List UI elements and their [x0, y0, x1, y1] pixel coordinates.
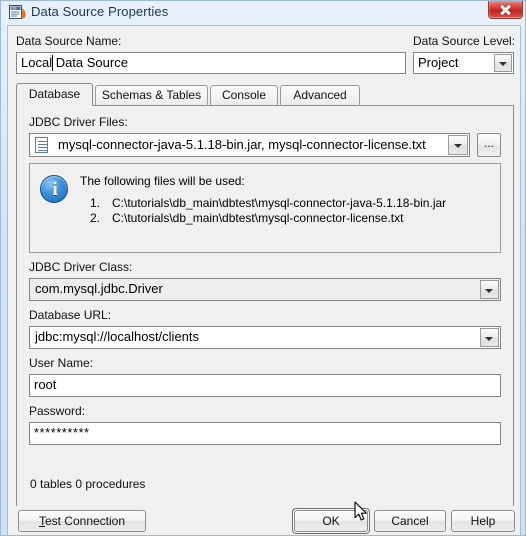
list-item-number: 2. — [90, 211, 101, 225]
list-item-path: C:\tutorials\db_main\dbtest\mysql-connec… — [112, 196, 447, 210]
chevron-down-icon[interactable] — [494, 54, 512, 72]
ok-button[interactable]: OK — [294, 510, 368, 532]
info-title: The following files will be used: — [80, 174, 245, 188]
jdbc-driver-class-select[interactable]: com.mysql.jdbc.Driver — [29, 278, 501, 301]
info-file-list: 1. C:\tutorials\db_main\dbtest\mysql-con… — [90, 196, 490, 226]
chevron-down-icon[interactable] — [480, 328, 499, 347]
svg-text:DB: DB — [11, 7, 17, 11]
jdbc-driver-files-value: mysql-connector-java-5.1.18-bin.jar, mys… — [58, 137, 426, 152]
text-caret — [52, 55, 53, 71]
ok-button-default-ring: OK — [292, 508, 370, 534]
help-button[interactable]: Help — [451, 510, 515, 532]
database-tab-panel: JDBC Driver Files: mysql-connector-java-… — [16, 105, 514, 509]
password-label: Password: — [29, 404, 86, 418]
database-url-value: jdbc:mysql://localhost/clients — [35, 329, 200, 344]
jdbc-driver-files-label: JDBC Driver Files: — [29, 115, 128, 129]
browse-files-button[interactable]: ... — [477, 133, 501, 157]
tab-strip: Database Schemas & Tables Console Advanc… — [16, 83, 514, 106]
database-properties-icon: DB — [9, 5, 26, 19]
chevron-down-icon[interactable] — [480, 280, 499, 299]
test-connection-button[interactable]: Test Connection — [18, 510, 146, 532]
tab-advanced[interactable]: Advanced — [280, 85, 360, 105]
jdbc-driver-class-label: JDBC Driver Class: — [29, 260, 133, 274]
data-source-name-input[interactable]: Local Data Source — [16, 52, 406, 74]
list-item: 1. C:\tutorials\db_main\dbtest\mysql-con… — [90, 196, 490, 211]
tab-console[interactable]: Console — [210, 85, 278, 105]
data-source-level-value: Project — [418, 55, 459, 70]
tab-schemas-tables[interactable]: Schemas & Tables — [95, 85, 208, 105]
file-icon — [35, 137, 48, 153]
database-url-label: Database URL: — [29, 308, 112, 322]
close-icon[interactable] — [488, 1, 523, 19]
list-item: 2. C:\tutorials\db_main\dbtest\mysql-con… — [90, 211, 490, 226]
tab-database[interactable]: Database — [16, 83, 93, 106]
title-bar[interactable]: DB Data Source Properties — [1, 1, 525, 25]
jdbc-driver-class-value: com.mysql.jdbc.Driver — [35, 281, 163, 296]
data-source-level-label: Data Source Level: — [413, 34, 516, 48]
data-source-name-label: Data Source Name: — [16, 34, 122, 48]
status-text: 0 tables 0 procedures — [30, 477, 146, 491]
chevron-down-icon[interactable] — [448, 135, 468, 155]
password-input[interactable]: ********** — [29, 422, 501, 445]
list-item-path: C:\tutorials\db_main\dbtest\mysql-connec… — [112, 211, 404, 225]
jdbc-driver-files-select[interactable]: mysql-connector-java-5.1.18-bin.jar, mys… — [29, 133, 470, 157]
driver-files-info-box: i The following files will be used: 1. C… — [29, 163, 501, 253]
info-icon: i — [40, 175, 68, 203]
list-item-number: 1. — [90, 196, 101, 210]
user-name-label: User Name: — [29, 356, 94, 370]
user-name-input[interactable]: root — [29, 374, 501, 397]
dialog-button-bar: Test Connection OK Cancel Help — [7, 506, 521, 535]
database-url-select[interactable]: jdbc:mysql://localhost/clients — [29, 326, 501, 349]
cancel-button[interactable]: Cancel — [374, 510, 446, 532]
test-connection-label: est Connection — [44, 514, 126, 528]
dialog-client-area: Data Source Name: Local Data Source Data… — [7, 25, 521, 509]
data-source-level-select[interactable]: Project — [413, 52, 514, 74]
data-source-properties-dialog: DB Data Source Properties Data Source Na… — [0, 0, 526, 536]
window-title: Data Source Properties — [31, 4, 169, 19]
